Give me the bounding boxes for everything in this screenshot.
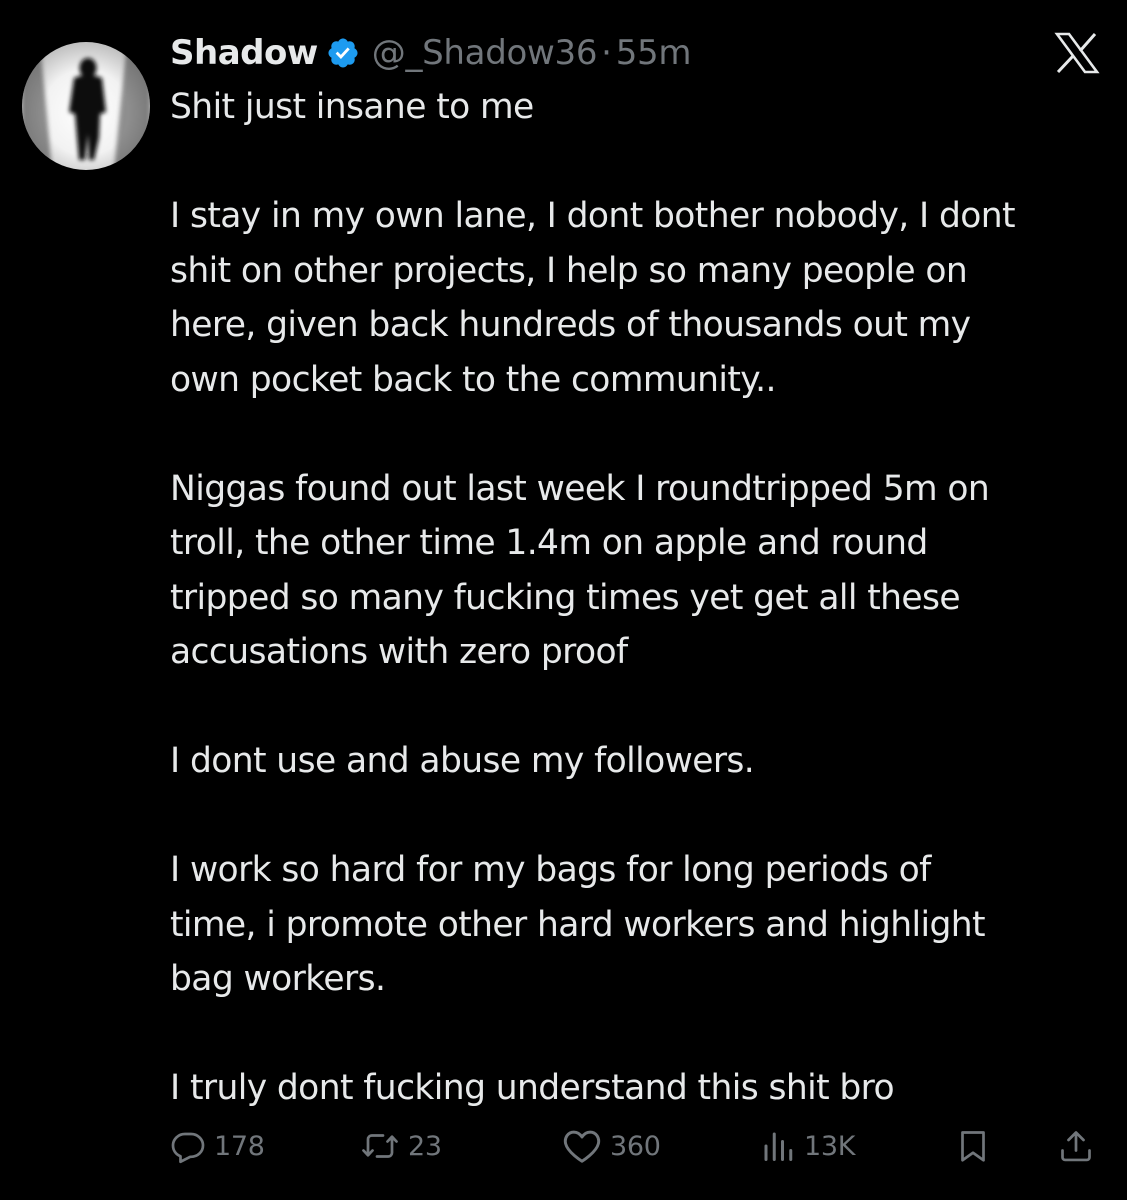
silhouette-figure-icon [22,42,150,170]
repost-button[interactable]: 23 [360,1118,442,1174]
tweet-header: Shadow @_Shadow36 · 55m [170,28,691,78]
tweet-text: Shit just insane to me I stay in my own … [170,80,1115,1116]
reply-count: 178 [214,1130,265,1162]
share-button[interactable] [1058,1118,1094,1174]
x-logo-icon [1054,32,1100,74]
tweet-paragraph: I work so hard for my bags for long peri… [170,850,986,999]
tweet-paragraph: I dont use and abuse my followers. [170,741,755,781]
repost-icon [362,1134,398,1158]
views-button[interactable]: 13K [760,1118,855,1174]
display-name[interactable]: Shadow [170,33,318,73]
action-bar: 178 23 360 13K [0,1118,1127,1174]
bookmark-icon [961,1131,985,1162]
like-button[interactable]: 360 [562,1118,661,1174]
views-count: 13K [804,1130,856,1162]
bookmark-button[interactable] [955,1118,991,1174]
author-handle[interactable]: @_Shadow36 [372,33,598,73]
tweet: Shadow @_Shadow36 · 55m Shit just insane… [0,0,1127,1200]
meta-separator: · [601,33,612,73]
like-count: 360 [610,1130,661,1162]
tweet-paragraph: I truly dont fucking understand this shi… [170,1068,895,1108]
tweet-paragraph: Shit just insane to me [170,87,534,127]
repost-count: 23 [408,1130,442,1162]
heart-icon [563,1130,601,1163]
views-icon [764,1132,793,1161]
share-icon [1061,1131,1091,1162]
timestamp[interactable]: 55m [616,33,692,73]
tweet-paragraph: Niggas found out last week I roundtrippe… [170,468,990,673]
tweet-paragraph: I stay in my own lane, I dont bother nob… [170,196,1016,400]
verified-badge-icon [328,38,358,68]
reply-icon [171,1132,205,1164]
reply-button[interactable]: 178 [170,1118,265,1174]
avatar[interactable] [22,42,150,170]
